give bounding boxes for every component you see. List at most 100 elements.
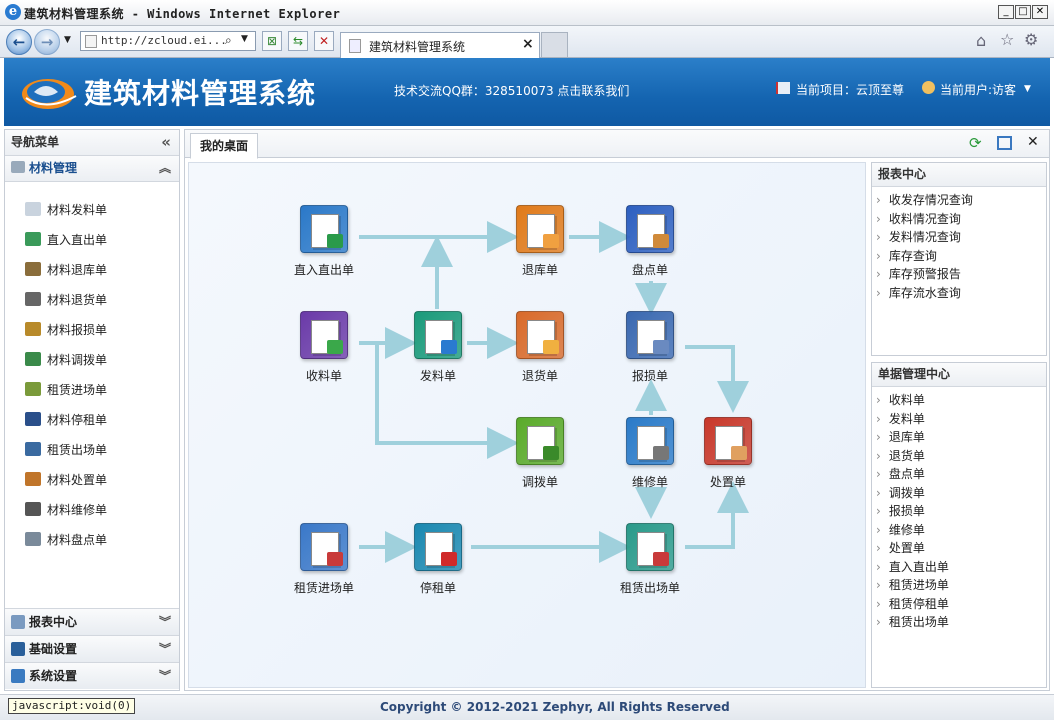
list-item[interactable]: 租赁出场单 — [876, 613, 1046, 632]
shouliao-icon — [300, 311, 348, 359]
new-tab-button[interactable] — [541, 32, 568, 58]
sidebar-item[interactable]: 材料停租单 — [25, 410, 107, 430]
current-user[interactable]: 当前用户:访客 — [940, 81, 1016, 98]
list-item[interactable]: 直入直出单 — [876, 558, 1046, 577]
close-tab-icon[interactable]: ✕ — [1027, 134, 1039, 150]
back-button[interactable]: ← — [6, 29, 32, 55]
expand-icon[interactable]: ︾ — [159, 609, 171, 635]
tuiku-icon — [516, 205, 564, 253]
sidebar-item[interactable]: 租赁进场单 — [25, 380, 107, 400]
logo-icon — [22, 79, 77, 109]
tab-my-desktop[interactable]: 我的桌面 — [190, 133, 258, 159]
workflow-node-label: 直入直出单 — [293, 263, 354, 277]
workflow-node-chuzhi[interactable]: 处置单 — [683, 417, 773, 490]
sidebar-item-label: 租赁出场单 — [47, 443, 108, 457]
search-icon[interactable]: ⌕ — [225, 33, 232, 48]
gear-icon[interactable]: ⚙ — [1024, 30, 1038, 49]
sidebar-item[interactable]: 材料退库单 — [25, 260, 107, 280]
section-material-management[interactable]: 材料管理 ︽ — [5, 156, 179, 182]
list-item[interactable]: 发料单 — [876, 410, 1046, 429]
workflow-node-zrzc[interactable]: 直入直出单 — [279, 205, 369, 278]
list-item[interactable]: 收料情况查询 — [876, 210, 1046, 229]
close-tab-icon[interactable]: × — [522, 36, 534, 52]
section-system-settings[interactable]: 系统设置 ︾ — [5, 662, 179, 689]
refresh-icon[interactable]: ⇆ — [288, 31, 308, 51]
workflow-node-shouliao[interactable]: 收料单 — [279, 311, 369, 384]
collapse-sidebar-icon[interactable]: « — [161, 130, 171, 155]
list-item[interactable]: 库存查询 — [876, 247, 1046, 266]
compat-view-icon[interactable]: ⊠ — [262, 31, 282, 51]
list-item[interactable]: 租赁进场单 — [876, 576, 1046, 595]
sidebar-item[interactable]: 材料处置单 — [25, 470, 107, 490]
menu-item-icon — [25, 322, 41, 336]
list-item[interactable]: 租赁停租单 — [876, 595, 1046, 614]
list-item[interactable]: 库存流水查询 — [876, 284, 1046, 303]
refresh-tab-icon[interactable]: ⟳ — [969, 134, 982, 152]
list-item[interactable]: 调拨单 — [876, 484, 1046, 503]
workflow-node-tuihuo[interactable]: 退货单 — [495, 311, 585, 384]
current-project[interactable]: 当前项目：云顶至尊 — [796, 81, 904, 98]
window-title-bar: e 建筑材料管理系统 - Windows Internet Explorer _… — [0, 0, 1054, 26]
section-report-center[interactable]: 报表中心 ︾ — [5, 608, 179, 635]
list-item[interactable]: 退货单 — [876, 447, 1046, 466]
fullscreen-icon[interactable] — [997, 136, 1012, 150]
expand-icon[interactable]: ︾ — [159, 636, 171, 662]
list-item[interactable]: 维修单 — [876, 521, 1046, 540]
sidebar-item[interactable]: 材料发料单 — [25, 200, 107, 220]
workflow-node-faliao[interactable]: 发料单 — [393, 311, 483, 384]
sidebar-item[interactable]: 材料退货单 — [25, 290, 107, 310]
workflow-node-baosun[interactable]: 报损单 — [605, 311, 695, 384]
menu-item-icon — [25, 262, 41, 276]
menu-item-icon — [25, 232, 41, 246]
sidebar-item[interactable]: 直入直出单 — [25, 230, 107, 250]
workflow-node-tingzu[interactable]: 停租单 — [393, 523, 483, 596]
list-item[interactable]: 库存预警报告 — [876, 265, 1046, 284]
list-item[interactable]: 处置单 — [876, 539, 1046, 558]
home-icon[interactable]: ⌂ — [976, 31, 986, 50]
list-item[interactable]: 收料单 — [876, 391, 1046, 410]
section-basic-settings[interactable]: 基础设置 ︾ — [5, 635, 179, 662]
weixiu-icon — [626, 417, 674, 465]
menu-item-icon — [25, 292, 41, 306]
workflow-node-pandian[interactable]: 盘点单 — [605, 205, 695, 278]
doc-center-title: 单据管理中心 — [872, 363, 1046, 387]
page-icon — [85, 35, 97, 48]
list-item[interactable]: 盘点单 — [876, 465, 1046, 484]
workflow-node-diaobo[interactable]: 调拨单 — [495, 417, 585, 490]
section-title: 材料管理 — [29, 161, 78, 175]
workflow-node-tuiku[interactable]: 退库单 — [495, 205, 585, 278]
list-item[interactable]: 发料情况查询 — [876, 228, 1046, 247]
sidebar-item[interactable]: 材料调拨单 — [25, 350, 107, 370]
stop-icon[interactable]: ✕ — [314, 31, 334, 51]
maximize-button[interactable]: □ — [1015, 5, 1031, 19]
report-center-panel: 报表中心 收发存情况查询收料情况查询发料情况查询库存查询库存预警报告库存流水查询 — [871, 162, 1047, 356]
minimize-button[interactable]: _ — [998, 5, 1014, 19]
sidebar-item[interactable]: 材料维修单 — [25, 500, 107, 520]
address-dropdown-icon[interactable]: ▼ — [241, 34, 248, 44]
sidebar-item[interactable]: 材料盘点单 — [25, 530, 107, 550]
qq-contact-link[interactable]: 技术交流QQ群：328510073 点击联系我们 — [394, 82, 629, 99]
section-label: 系统设置 — [29, 669, 78, 683]
browser-tab[interactable]: 建筑材料管理系统 × — [340, 32, 540, 58]
workflow-node-zljc[interactable]: 租赁进场单 — [279, 523, 369, 596]
sidebar-item[interactable]: 租赁出场单 — [25, 440, 107, 460]
collapse-section-icon[interactable]: ︽ — [159, 156, 171, 181]
sidebar-title: 导航菜单 — [11, 135, 60, 149]
pandian-icon — [626, 205, 674, 253]
history-dropdown-icon[interactable]: ▼ — [64, 35, 71, 45]
tab-page-icon — [349, 39, 361, 53]
workflow-node-weixiu[interactable]: 维修单 — [605, 417, 695, 490]
expand-icon[interactable]: ︾ — [159, 663, 171, 689]
list-item[interactable]: 报损单 — [876, 502, 1046, 521]
favorites-icon[interactable]: ☆ — [1000, 30, 1014, 49]
close-window-button[interactable]: ✕ — [1032, 5, 1048, 19]
user-icon — [922, 81, 935, 94]
sidebar-item[interactable]: 材料报损单 — [25, 320, 107, 340]
workflow-node-zlcc[interactable]: 租赁出场单 — [605, 523, 695, 596]
user-dropdown-icon[interactable]: ▼ — [1024, 84, 1031, 94]
address-bar[interactable]: http://zcloud.ei... ⌕ ▼ — [80, 31, 256, 51]
forward-button[interactable]: → — [34, 29, 60, 55]
diaobo-icon — [516, 417, 564, 465]
list-item[interactable]: 退库单 — [876, 428, 1046, 447]
list-item[interactable]: 收发存情况查询 — [876, 191, 1046, 210]
